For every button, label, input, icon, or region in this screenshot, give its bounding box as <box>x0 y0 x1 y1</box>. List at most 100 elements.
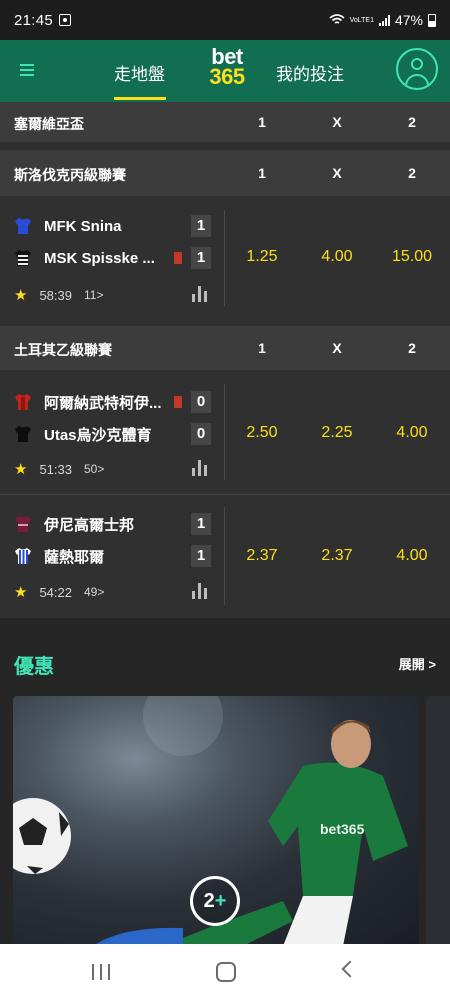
battery-percent: 47% <box>394 12 423 28</box>
offers-expand-link[interactable]: 展開 > <box>399 654 436 673</box>
col-x-label: X <box>332 114 342 130</box>
away-team-name: 薩熱耶爾 <box>44 548 105 566</box>
odd-home[interactable]: 2.37 <box>232 547 292 565</box>
promo-shirt-text: bet365 <box>320 821 365 837</box>
match-card[interactable]: 伊尼高爾士邦 1 薩熱耶爾 1 ★ 54:22 49> 2.37 2.37 4.… <box>0 495 450 618</box>
odd-away[interactable]: 4.00 <box>382 547 442 565</box>
wifi-icon <box>329 14 345 24</box>
red-card-icon <box>174 252 182 264</box>
match-clock: 58:39 <box>39 287 72 303</box>
status-right: VoLTE1 47% <box>329 12 436 28</box>
more-markets-link[interactable]: 50> <box>84 462 104 476</box>
tab-my-bets[interactable]: 我的投注 <box>276 60 344 85</box>
home-team: MFK Snina <box>14 214 122 238</box>
away-team: MSK Spisske ... <box>14 246 155 270</box>
system-nav-bar <box>0 944 450 1000</box>
match-clock: 54:22 <box>39 584 72 600</box>
match-info: ★ 54:22 49> <box>14 583 104 601</box>
back-icon[interactable] <box>341 960 359 978</box>
odd-draw[interactable]: 4.00 <box>307 248 367 266</box>
away-score: 1 <box>191 545 211 567</box>
col-2-label: 2 <box>408 340 416 356</box>
col-x-label: X <box>332 165 342 181</box>
col-1-label: 1 <box>258 114 266 130</box>
battery-icon <box>428 13 436 27</box>
column-divider <box>224 210 225 306</box>
recent-apps-icon[interactable] <box>92 964 110 980</box>
league-header[interactable]: 斯洛伐克丙級聯賽 1 X 2 <box>0 150 450 196</box>
more-markets-link[interactable]: 11> <box>84 288 103 302</box>
app-header: 走地盤 bet 365 我的投注 <box>0 40 450 102</box>
away-score: 0 <box>191 423 211 445</box>
match-card[interactable]: 阿爾納武特柯伊... 0 Utas烏沙克體育 0 ★ 51:33 50> 2.5… <box>0 370 450 494</box>
league-name: 斯洛伐克丙級聯賽 <box>14 167 126 183</box>
home-jersey-icon <box>15 218 31 234</box>
match-clock: 51:33 <box>39 461 72 477</box>
menu-icon[interactable] <box>20 64 34 76</box>
star-icon[interactable]: ★ <box>14 460 27 478</box>
bet365-logo[interactable]: bet 365 <box>202 46 252 89</box>
col-1-label: 1 <box>258 340 266 356</box>
col-1-label: 1 <box>258 165 266 181</box>
odd-away[interactable]: 15.00 <box>382 248 442 266</box>
notification-icon <box>59 14 72 26</box>
match-card[interactable]: MFK Snina 1 MSK Spisske ... 1 ★ 58:39 11… <box>0 196 450 326</box>
odd-draw[interactable]: 2.25 <box>307 424 367 442</box>
star-icon[interactable]: ★ <box>14 583 27 601</box>
league-name: 土耳其乙級聯賽 <box>14 342 112 358</box>
active-tab-indicator <box>114 97 166 100</box>
red-card-icon <box>174 396 182 408</box>
away-team-name: Utas烏沙克體育 <box>44 426 152 444</box>
home-score: 0 <box>191 391 211 413</box>
status-time: 21:45 <box>14 11 54 29</box>
league-header[interactable]: 土耳其乙級聯賽 1 X 2 <box>0 326 450 370</box>
odd-away[interactable]: 4.00 <box>382 424 442 442</box>
more-markets-link[interactable]: 49> <box>84 585 104 599</box>
promo-card-next[interactable] <box>426 696 450 946</box>
odd-home[interactable]: 2.50 <box>232 424 292 442</box>
account-icon[interactable] <box>396 48 438 90</box>
odd-home[interactable]: 1.25 <box>232 248 292 266</box>
home-score: 1 <box>191 513 211 535</box>
section-gap <box>0 142 450 150</box>
status-bar: 21:45 VoLTE1 47% <box>0 0 450 40</box>
league-header[interactable]: 塞爾維亞盃 1 X 2 <box>0 102 450 142</box>
badge-plus: + <box>214 890 227 912</box>
signal-icon <box>378 14 390 26</box>
col-2-label: 2 <box>408 165 416 181</box>
home-icon[interactable] <box>216 962 236 982</box>
logo-bottom: 365 <box>209 64 245 89</box>
volte-indicator: VoLTE1 <box>349 16 374 24</box>
stats-icon[interactable] <box>192 460 210 476</box>
away-jersey-icon <box>15 548 31 564</box>
offers-title: 優惠 <box>14 656 54 678</box>
away-team: Utas烏沙克體育 <box>14 422 152 446</box>
match-info: ★ 58:39 11> <box>14 286 103 304</box>
column-divider <box>224 507 225 605</box>
promo-card[interactable]: bet365 2+ <box>13 696 419 946</box>
app-root: 21:45 VoLTE1 47% 走地盤 bet 365 我的投注 塞爾維亞盃 … <box>0 0 450 1000</box>
home-team: 阿爾納武特柯伊... <box>14 390 162 414</box>
column-divider <box>224 384 225 480</box>
badge-number: 2 <box>203 890 215 912</box>
two-plus-badge: 2+ <box>190 876 240 926</box>
col-2-label: 2 <box>408 114 416 130</box>
match-info: ★ 51:33 50> <box>14 460 104 478</box>
odd-draw[interactable]: 2.37 <box>307 547 367 565</box>
tab-live[interactable]: 走地盤 <box>114 60 165 85</box>
away-jersey-icon <box>15 426 31 442</box>
home-jersey-icon <box>15 394 31 410</box>
star-icon[interactable]: ★ <box>14 286 27 304</box>
away-score: 1 <box>191 247 211 269</box>
away-team: 薩熱耶爾 <box>14 544 104 568</box>
stats-icon[interactable] <box>192 583 210 599</box>
home-team-name: 阿爾納武特柯伊... <box>44 394 162 412</box>
home-jersey-icon <box>15 516 31 532</box>
home-team-name: MFK Snina <box>44 217 122 235</box>
league-name: 塞爾維亞盃 <box>14 116 84 132</box>
offers-section: 優惠 展開 > bet365 2+ <box>0 626 450 946</box>
stats-icon[interactable] <box>192 286 210 302</box>
home-score: 1 <box>191 215 211 237</box>
col-x-label: X <box>332 340 342 356</box>
home-team-name: 伊尼高爾士邦 <box>44 516 135 534</box>
